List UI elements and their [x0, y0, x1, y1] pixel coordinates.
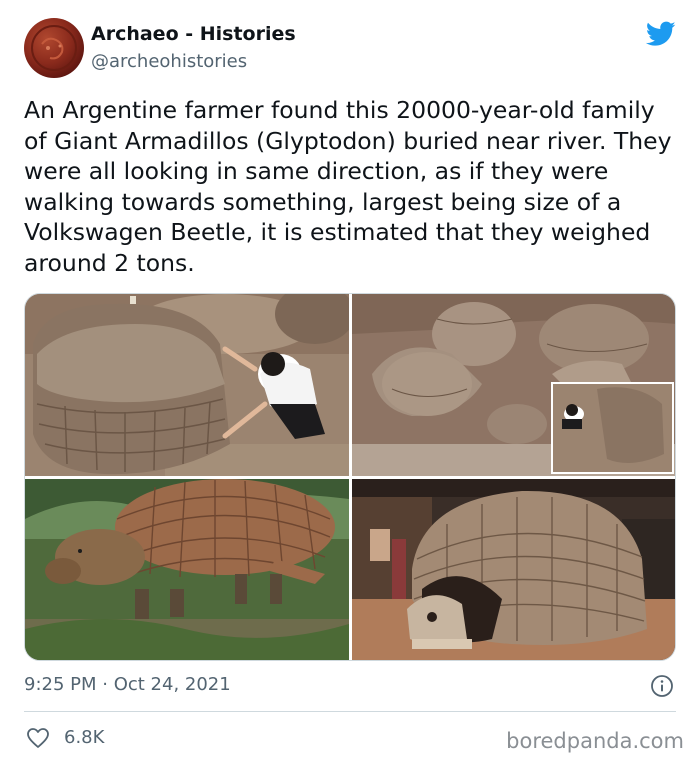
twitter-bird-icon[interactable]: [646, 21, 676, 47]
user-handle[interactable]: @archeohistories: [91, 51, 247, 72]
divider: [24, 711, 676, 712]
like-count[interactable]: 6.8K: [64, 727, 104, 748]
avatar[interactable]: [24, 18, 84, 78]
photo-museum-glyptodon-skeleton[interactable]: [352, 479, 675, 660]
watermark: boredpanda.com: [506, 729, 684, 753]
tweet-timestamp[interactable]: 9:25 PM · Oct 24, 2021: [24, 674, 231, 695]
tweet-text: An Argentine farmer found this 20000-yea…: [24, 96, 672, 277]
photo-excavation-site-multiple-shells[interactable]: [352, 294, 675, 476]
media-grid: [24, 293, 676, 661]
info-icon[interactable]: [650, 674, 674, 698]
heart-icon[interactable]: [26, 727, 50, 749]
illustration-glyptodon-reconstruction[interactable]: [25, 479, 349, 660]
display-name[interactable]: Archaeo - Histories: [91, 23, 296, 45]
coin-avatar-icon: [31, 25, 77, 71]
photo-excavation-woman-touching-shell[interactable]: [25, 294, 349, 476]
